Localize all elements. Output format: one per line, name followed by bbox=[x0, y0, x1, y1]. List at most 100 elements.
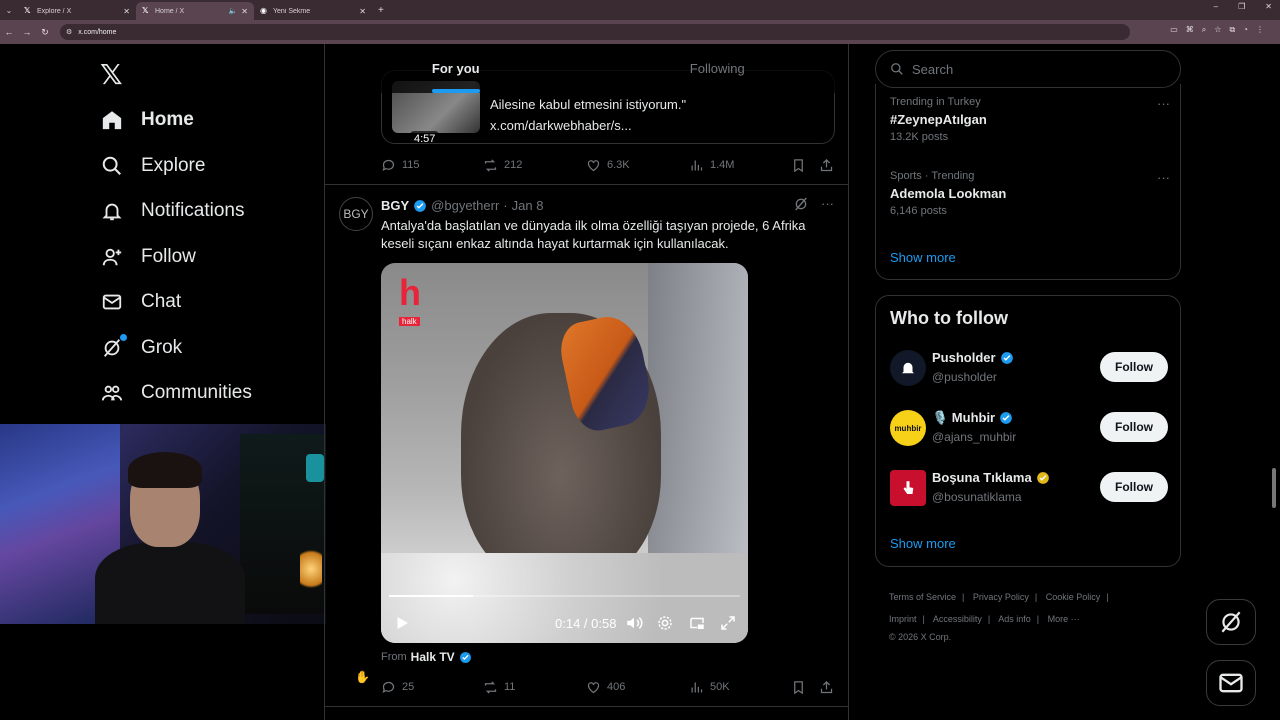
close-icon[interactable]: ✕ bbox=[123, 7, 130, 16]
video-progress-bar[interactable] bbox=[389, 595, 740, 597]
close-icon[interactable]: ✕ bbox=[359, 7, 366, 16]
share-button[interactable] bbox=[819, 680, 834, 695]
nav-chat[interactable]: Chat bbox=[100, 284, 181, 320]
play-icon[interactable] bbox=[393, 614, 411, 632]
browser-tab-home[interactable]: 𝕏 Home / X 🔈 ✕ bbox=[136, 2, 254, 20]
post-author-handle[interactable]: @bgyetherr bbox=[431, 198, 499, 213]
speaker-icon[interactable]: 🔈 bbox=[229, 7, 238, 15]
globe-icon: ◉ bbox=[260, 6, 267, 15]
post-date[interactable]: Jan 8 bbox=[512, 198, 544, 213]
follow-suggestion[interactable]: Boşuna Tıklama @bosunatiklama Follow bbox=[890, 466, 1168, 510]
follow-button[interactable]: Follow bbox=[1100, 352, 1168, 382]
close-window-icon[interactable]: ✕ bbox=[1265, 2, 1272, 11]
avatar[interactable] bbox=[890, 350, 926, 386]
nav-explore[interactable]: Explore bbox=[100, 148, 205, 184]
nav-notifications[interactable]: Notifications bbox=[100, 193, 245, 229]
follow-suggestion[interactable]: muhbir 🎙️ Muhbir @ajans_muhbir Follow bbox=[890, 406, 1168, 450]
who-to-follow-show-more-link[interactable]: Show more bbox=[890, 536, 956, 551]
bookmark-button[interactable] bbox=[791, 680, 806, 695]
nav-home[interactable]: Home bbox=[100, 102, 194, 138]
minimize-icon[interactable]: – bbox=[1214, 2, 1218, 11]
tab-for-you[interactable]: For you bbox=[325, 44, 587, 93]
follow-button[interactable]: Follow bbox=[1100, 412, 1168, 442]
grok-floating-button[interactable] bbox=[1206, 599, 1256, 645]
reply-button[interactable]: 25 bbox=[381, 680, 414, 695]
like-button[interactable]: 6.3K bbox=[586, 158, 630, 173]
new-tab-button[interactable]: + bbox=[378, 5, 384, 16]
avatar[interactable] bbox=[890, 470, 926, 506]
x-logo-icon: 𝕏 bbox=[142, 6, 149, 15]
post-author-name[interactable]: BGY bbox=[381, 198, 409, 213]
follow-suggestion[interactable]: Pusholder @pusholder Follow bbox=[890, 346, 1168, 390]
grok-icon[interactable] bbox=[793, 196, 809, 212]
zoom-icon[interactable]: ⌕ bbox=[1202, 25, 1206, 35]
home-icon bbox=[100, 108, 124, 132]
fullscreen-icon[interactable] bbox=[719, 614, 737, 632]
settings-icon[interactable] bbox=[656, 614, 674, 632]
footer-link[interactable]: Accessibility bbox=[933, 614, 982, 624]
follow-button[interactable]: Follow bbox=[1100, 472, 1168, 502]
trend-item[interactable]: Sports · Trending Ademola Lookman 6,146 … bbox=[890, 170, 1170, 217]
scrollbar-thumb[interactable] bbox=[1272, 468, 1276, 508]
maximize-icon[interactable]: ❐ bbox=[1238, 2, 1245, 11]
repost-button[interactable]: 212 bbox=[483, 158, 522, 173]
trends-panel: Trending in Turkey #ZeynepAtılgan 13.2K … bbox=[875, 84, 1181, 280]
x-logo-icon[interactable]: 𝕏 bbox=[100, 58, 123, 91]
footer-link[interactable]: More ··· bbox=[1048, 614, 1080, 624]
views-button[interactable]: 1.4M bbox=[689, 158, 734, 173]
close-icon[interactable]: ✕ bbox=[241, 7, 248, 16]
trends-show-more-link[interactable]: Show more bbox=[890, 250, 956, 265]
bookmark-button[interactable] bbox=[791, 158, 806, 173]
tab-search-icon[interactable]: ⌄ bbox=[0, 0, 18, 20]
footer-link[interactable]: Imprint bbox=[889, 614, 917, 624]
views-icon bbox=[691, 682, 703, 692]
install-icon[interactable]: ▭ bbox=[1170, 25, 1178, 35]
reply-button[interactable]: 115 bbox=[381, 158, 420, 173]
post-video-player[interactable]: h halk 0:14 / 0:58 bbox=[381, 263, 748, 643]
footer-link[interactable]: Cookie Policy bbox=[1046, 592, 1101, 602]
notification-dot bbox=[120, 334, 127, 341]
profile-icon[interactable]: ◔ bbox=[1243, 25, 1248, 35]
footer-link[interactable]: Privacy Policy bbox=[973, 592, 1029, 602]
volume-icon[interactable] bbox=[625, 614, 643, 632]
share-button[interactable] bbox=[819, 158, 834, 173]
post-text: Antalya'da başlatılan ve dünyada ilk olm… bbox=[381, 218, 806, 251]
avatar[interactable]: BGY bbox=[339, 197, 373, 231]
browser-tab-new[interactable]: ◉ Yeni Sekme ✕ bbox=[254, 2, 372, 20]
url-field[interactable]: ⚙ x.com/home bbox=[60, 24, 1130, 40]
trend-item[interactable]: Trending in Turkey #ZeynepAtılgan 13.2K … bbox=[890, 96, 1170, 143]
bookmark-star-icon[interactable]: ☆ bbox=[1214, 25, 1221, 35]
verified-badge-icon bbox=[459, 651, 471, 663]
translate-icon[interactable]: ⌘ bbox=[1186, 25, 1194, 35]
like-button[interactable]: 406 bbox=[586, 680, 625, 695]
views-button[interactable]: 50K bbox=[689, 680, 730, 695]
search-input[interactable]: Search bbox=[875, 50, 1181, 88]
nav-grok[interactable]: Grok bbox=[100, 330, 182, 366]
page-scrollbar[interactable] bbox=[1270, 44, 1278, 720]
menu-icon[interactable]: ⋮ bbox=[1256, 25, 1264, 35]
picture-in-picture-icon[interactable] bbox=[688, 614, 706, 632]
footer-link[interactable]: Ads info bbox=[998, 614, 1031, 624]
browser-tab-explore[interactable]: 𝕏 Explore / X ✕ bbox=[18, 2, 136, 20]
messages-floating-button[interactable] bbox=[1206, 660, 1256, 706]
repost-button[interactable]: 11 bbox=[483, 680, 515, 695]
extensions-icon[interactable]: ⧉ bbox=[1229, 25, 1235, 35]
nav-communities[interactable]: Communities bbox=[100, 375, 252, 411]
more-options-icon[interactable]: ··· bbox=[821, 196, 834, 212]
repost-icon bbox=[484, 680, 497, 694]
site-info-icon[interactable]: ⚙ bbox=[66, 28, 72, 36]
bell-icon bbox=[902, 362, 914, 374]
quote-link[interactable]: x.com/darkwebhaber/s... bbox=[490, 118, 632, 133]
more-options-icon[interactable]: ··· bbox=[1157, 96, 1170, 111]
back-icon[interactable]: ← bbox=[0, 27, 18, 37]
footer-link[interactable]: Terms of Service bbox=[889, 592, 956, 602]
tab-following[interactable]: Following bbox=[587, 44, 849, 93]
add-person-icon bbox=[100, 245, 124, 269]
reload-icon[interactable]: ↻ bbox=[36, 27, 54, 38]
avatar[interactable]: muhbir bbox=[890, 410, 926, 446]
forward-icon[interactable]: → bbox=[18, 27, 36, 37]
video-source-name[interactable]: Halk TV bbox=[411, 650, 455, 664]
nav-follow[interactable]: Follow bbox=[100, 239, 196, 275]
more-options-icon[interactable]: ··· bbox=[1157, 170, 1170, 185]
channel-logo: h halk bbox=[399, 272, 421, 326]
